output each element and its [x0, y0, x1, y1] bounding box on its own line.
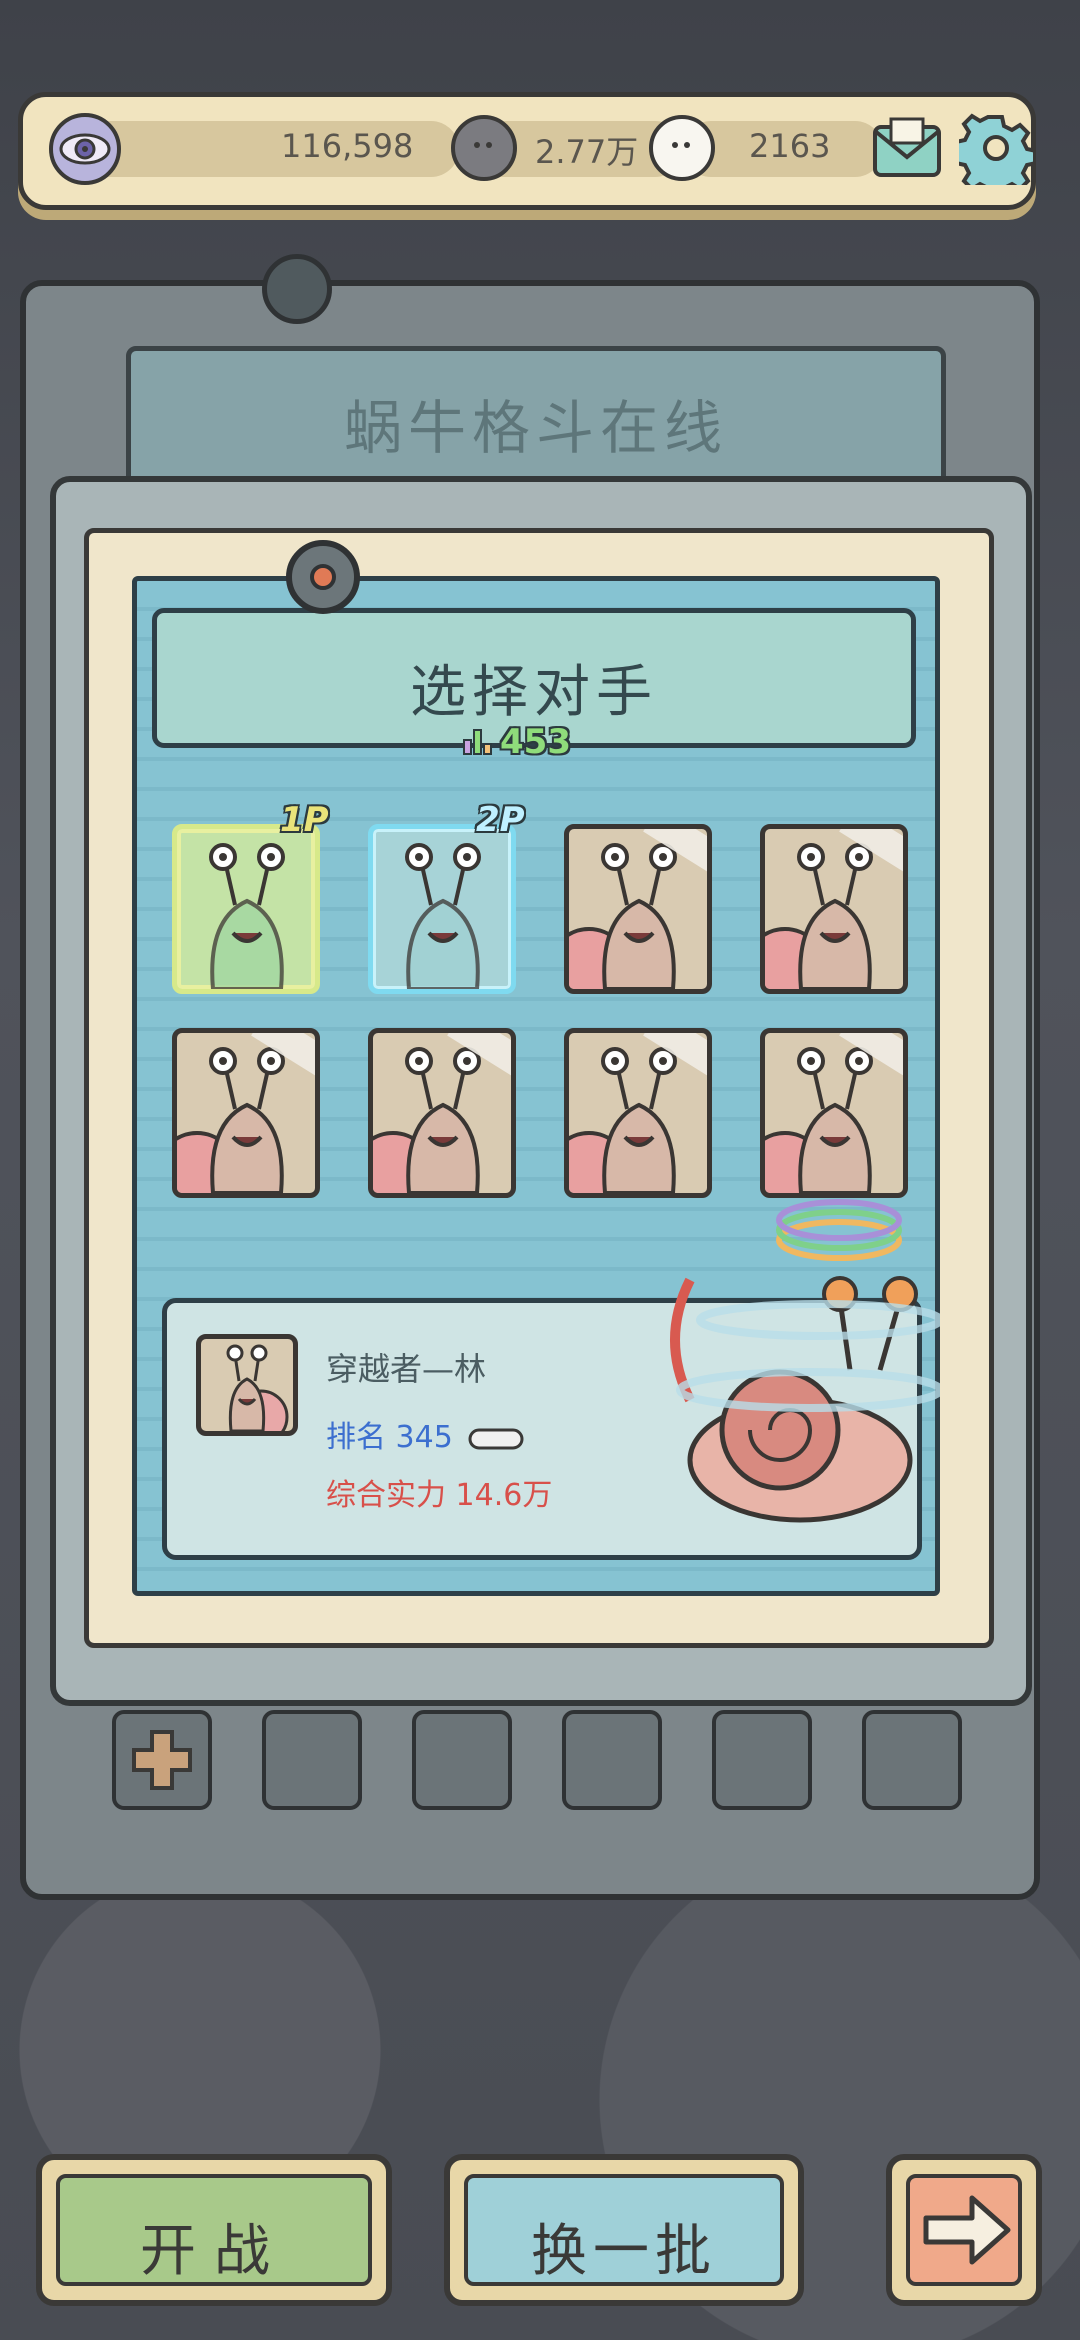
opponent-card[interactable] — [760, 824, 908, 994]
refresh-button[interactable]: 换一批 — [444, 2154, 804, 2306]
snail-portrait-icon — [405, 843, 481, 989]
add-slot-button[interactable] — [112, 1710, 212, 1810]
opponent-card[interactable] — [368, 1028, 516, 1198]
rank-value: 345 — [395, 1420, 453, 1455]
player-tag-1p: 1P — [280, 800, 329, 840]
camera-lens-icon — [286, 540, 360, 614]
opponent-card[interactable] — [172, 1028, 320, 1198]
opponent-power: 综合实力 14.6万 — [326, 1470, 552, 1514]
background-panel-title: 蜗牛格斗在线 — [343, 394, 728, 462]
light-bubble-value: 2163 — [749, 127, 831, 165]
arrow-right-icon — [923, 2195, 1011, 2265]
light-speech-bubble-icon — [649, 115, 715, 181]
opponent-snail-character — [650, 1260, 944, 1540]
fight-button-label: 开战 — [140, 2219, 288, 2284]
refresh-button-label: 换一批 — [531, 2219, 717, 2284]
snail-portrait-icon — [209, 843, 285, 989]
back-camera-lens — [262, 254, 332, 324]
page-title: 选择对手 — [410, 660, 658, 725]
gear-icon[interactable] — [954, 111, 1038, 199]
eye-resource-value: 116,598 — [281, 127, 414, 165]
power-value: 14.6万 — [455, 1478, 553, 1513]
background-machine-screen: 蜗牛格斗在线 — [126, 346, 946, 486]
rank-badge-icon — [468, 1428, 524, 1449]
opponent-name: 穿越者—林 — [326, 1350, 487, 1388]
rank-label: 排名 — [326, 1420, 386, 1455]
player-tag-2p: 2P — [476, 800, 525, 840]
mail-icon[interactable] — [869, 113, 945, 183]
fight-button[interactable]: 开战 — [36, 2154, 392, 2306]
empty-slot — [712, 1710, 812, 1810]
power-label: 综合实力 — [326, 1478, 446, 1513]
next-button[interactable] — [886, 2154, 1042, 2306]
dark-bubble-value: 2.77万 — [535, 133, 639, 171]
resource-bar: 116,598 2.77万 2163 — [18, 92, 1038, 210]
player-slot-card[interactable] — [368, 824, 516, 994]
opponent-card[interactable] — [760, 1028, 908, 1198]
power-bars-icon — [463, 729, 492, 755]
player-slot-card[interactable] — [172, 824, 320, 994]
empty-slot — [562, 1710, 662, 1810]
empty-slot — [862, 1710, 962, 1810]
empty-slot — [262, 1710, 362, 1810]
opponent-card[interactable] — [564, 824, 712, 994]
dark-speech-bubble-icon — [451, 115, 517, 181]
eye-icon — [49, 113, 121, 185]
empty-slot — [412, 1710, 512, 1810]
opponent-rank: 排名 345 — [326, 1412, 524, 1456]
team-power-value: 453 — [500, 722, 571, 762]
rings-decoration — [774, 1196, 904, 1268]
opponent-avatar — [196, 1334, 298, 1436]
opponent-card[interactable] — [564, 1028, 712, 1198]
